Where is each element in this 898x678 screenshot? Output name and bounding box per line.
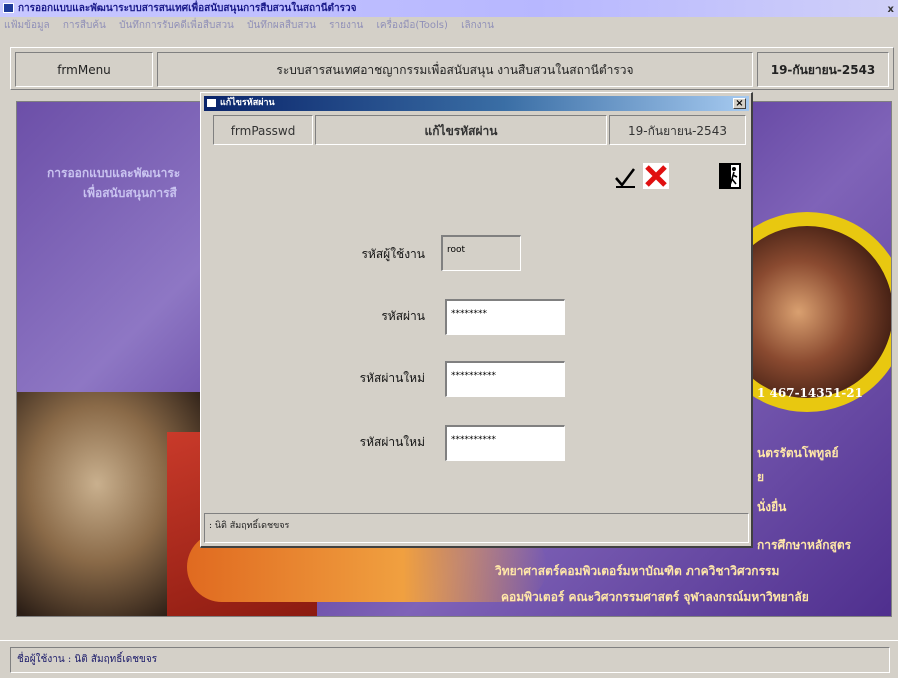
bg-right-line6: คอมพิวเตอร์ คณะวิศวกรรมศาสตร์ จุฬาลงกรณ์… <box>501 590 809 604</box>
menu-item-investigation-results[interactable]: บันทึกผลสืบสวน <box>247 20 316 31</box>
exit-door-icon <box>719 163 741 189</box>
confirm-button[interactable] <box>613 165 637 189</box>
main-page-title: ระบบสารสนเทศอาชญากรรมเพื่อสนับสนุน งานสื… <box>157 52 753 87</box>
bg-right-line5: วิทยาศาสตร์คอมพิวเตอร์มหาบัณฑิต ภาควิชาว… <box>495 564 780 578</box>
bg-right-line3: นั่งยื่น <box>757 500 787 514</box>
red-x-icon <box>643 163 669 189</box>
main-date: 19-กันยายน-2543 <box>757 52 889 87</box>
main-header: frmMenu ระบบสารสนเทศอาชญากรรมเพื่อสนับสน… <box>10 47 894 90</box>
bg-right-line2: ย <box>757 470 765 484</box>
bg-left-line1: การออกแบบและพัฒนาระ <box>47 166 181 180</box>
confirm-new-password-field[interactable]: ********** <box>445 425 565 461</box>
bg-right-line1: นตรรัตนโพทูลย์ <box>757 446 839 460</box>
dialog-heading: แก้ไขรหัสผ่าน <box>315 115 607 145</box>
app-title-bar: การออกแบบและพัฒนาระบบสารสนเทศเพื่อสนับสน… <box>0 0 898 17</box>
bg-left-line2: เพื่อสนับสนุนการสื <box>83 186 177 200</box>
menu-item-file[interactable]: แฟ้มข้อมูล <box>4 20 50 31</box>
checkmark-icon <box>615 168 635 188</box>
status-bar: ชื่อผู้ใช้งาน : นิติ สัมฤทธิ์เดชขจร <box>0 640 898 678</box>
dialog-close-button[interactable]: × <box>733 98 746 109</box>
password-label: รหัสผ่าน <box>381 309 425 323</box>
password-field[interactable]: ******** <box>445 299 565 335</box>
dialog-header: frmPasswd แก้ไขรหัสผ่าน 19-กันยายน-2543 <box>213 115 746 145</box>
close-icon: × <box>735 98 744 109</box>
username-label: รหัสผู้ใช้งาน <box>361 247 425 261</box>
exit-button[interactable] <box>719 163 741 189</box>
new-password-label: รหัสผ่านใหม่ <box>359 371 425 385</box>
username-field: root <box>441 235 521 271</box>
menu-bar: แฟ้มข้อมูล การสืบค้น บันทึกการรับคดีเพื่… <box>0 17 898 35</box>
menu-item-search[interactable]: การสืบค้น <box>63 20 106 31</box>
dialog-date: 19-กันยายน-2543 <box>609 115 746 145</box>
bg-phone: 1 467-14351-21 <box>757 386 863 400</box>
menu-item-tools[interactable]: เครื่องมือ(Tools) <box>376 20 447 31</box>
dialog-title-bar: แก้ไขรหัสผ่าน × <box>204 96 749 111</box>
menu-item-exit[interactable]: เลิกงาน <box>461 20 494 31</box>
dialog-form-name: frmPasswd <box>213 115 313 145</box>
bg-right-line4: การศึกษาหลักสูตร <box>757 538 852 552</box>
dialog-status-bar: : นิติ สัมฤทธิ์เดชขจร <box>204 513 749 543</box>
dialog-title: แก้ไขรหัสผ่าน <box>220 98 275 108</box>
menu-item-case-intake[interactable]: บันทึกการรับคดีเพื่อสืบสวน <box>119 20 234 31</box>
status-user: ชื่อผู้ใช้งาน : นิติ สัมฤทธิ์เดชขจร <box>10 647 890 673</box>
app-close-button[interactable]: x <box>888 1 894 17</box>
main-form-name: frmMenu <box>15 52 153 87</box>
app-title: การออกแบบและพัฒนาระบบสารสนเทศเพื่อสนับสน… <box>18 3 357 14</box>
app-icon <box>3 3 14 13</box>
cancel-button[interactable] <box>643 163 669 189</box>
change-password-dialog: แก้ไขรหัสผ่าน × frmPasswd แก้ไขรหัสผ่าน … <box>200 92 753 548</box>
menu-item-reports[interactable]: รายงาน <box>329 20 363 31</box>
dialog-window-icon <box>207 99 216 107</box>
new-password-field[interactable]: ********** <box>445 361 565 397</box>
confirm-new-password-label: รหัสผ่านใหม่ <box>359 435 425 449</box>
